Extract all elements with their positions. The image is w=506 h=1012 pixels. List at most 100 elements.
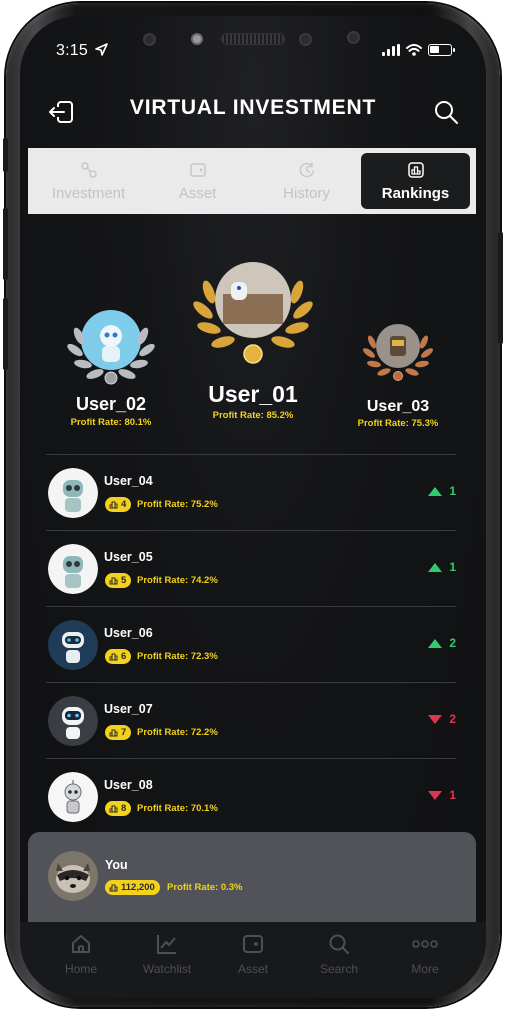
user-name: You bbox=[105, 858, 128, 872]
robot-avatar-icon bbox=[48, 620, 98, 670]
mute-switch bbox=[3, 138, 8, 172]
rank-change: 1 bbox=[428, 484, 456, 498]
podium-first[interactable]: User_01 Profit Rate: 85.2% bbox=[184, 254, 322, 421]
nav-more[interactable]: More bbox=[382, 922, 468, 998]
rank-number: 6 bbox=[121, 651, 127, 662]
rank-badge: 5 bbox=[105, 573, 132, 588]
rank-chart-icon bbox=[109, 577, 118, 585]
rank-chart-icon bbox=[109, 805, 118, 813]
podium-profit-rate: Profit Rate: 80.1% bbox=[70, 417, 152, 428]
avatar bbox=[48, 468, 98, 518]
bronze-wreath-icon bbox=[363, 324, 433, 381]
wallet-icon bbox=[243, 935, 263, 953]
nav-watchlist[interactable]: Watchlist bbox=[124, 922, 210, 998]
rank-change-value: 1 bbox=[449, 560, 456, 574]
tab-investment[interactable]: Investment bbox=[34, 153, 143, 209]
rank-number: 4 bbox=[121, 499, 127, 510]
avatar bbox=[48, 620, 98, 670]
profit-rate: Profit Rate: 0.3% bbox=[167, 882, 243, 893]
avatar bbox=[61, 302, 161, 386]
volume-up-button bbox=[3, 208, 8, 280]
nav-label: Asset bbox=[237, 962, 268, 976]
front-sensor bbox=[143, 33, 156, 46]
rank-badge: 4 bbox=[105, 497, 132, 512]
rank-chart-icon bbox=[109, 653, 118, 661]
rank-change: 1 bbox=[428, 560, 456, 574]
profit-rate: Profit Rate: 75.2% bbox=[137, 499, 218, 510]
rank-number: 5 bbox=[121, 575, 127, 586]
tab-label: Asset bbox=[178, 184, 217, 202]
avatar bbox=[187, 254, 319, 366]
current-user-card[interactable]: You 112,200 Profit Rate: 0.3% bbox=[28, 832, 476, 922]
nav-label: Search bbox=[319, 962, 359, 976]
podium-third[interactable]: User_03 Profit Rate: 75.3% bbox=[350, 316, 446, 429]
robot-avatar-icon bbox=[48, 696, 98, 746]
rank-badge: 7 bbox=[105, 725, 132, 740]
rank-change-value: 2 bbox=[449, 712, 456, 726]
rankings-icon bbox=[407, 161, 424, 178]
search-icon bbox=[329, 934, 349, 954]
rank-number: 7 bbox=[121, 727, 127, 738]
user-name: User_06 bbox=[104, 626, 153, 640]
nav-asset[interactable]: Asset bbox=[210, 922, 296, 998]
robot-avatar-icon bbox=[48, 772, 98, 822]
avatar bbox=[48, 544, 98, 594]
power-button bbox=[498, 232, 503, 344]
home-icon bbox=[72, 935, 90, 953]
user-name: User_07 bbox=[104, 702, 153, 716]
ranking-row[interactable]: User_06 6 Profit Rate: 72.3% 2 bbox=[46, 606, 456, 682]
user-name: User_04 bbox=[104, 474, 153, 488]
rank-change: 2 bbox=[428, 712, 456, 726]
tab-label: Rankings bbox=[381, 184, 450, 202]
nav-home[interactable]: Home bbox=[38, 922, 124, 998]
wallet-icon bbox=[189, 162, 206, 177]
podium-profit-rate: Profit Rate: 75.3% bbox=[357, 418, 439, 429]
raccoon-avatar-icon bbox=[48, 851, 98, 901]
battery-icon bbox=[428, 44, 455, 56]
robot-avatar-icon bbox=[48, 468, 98, 518]
nav-search[interactable]: Search bbox=[296, 922, 382, 998]
tab-history[interactable]: History bbox=[252, 153, 361, 209]
gold-wreath-icon bbox=[193, 262, 313, 364]
avatar bbox=[359, 316, 437, 382]
rank-down-icon bbox=[428, 714, 443, 724]
rank-up-icon bbox=[428, 562, 443, 572]
earpiece-speaker bbox=[221, 33, 285, 45]
rank-badge: 8 bbox=[105, 801, 132, 816]
profit-rate: Profit Rate: 72.3% bbox=[137, 651, 218, 662]
tab-rankings[interactable]: Rankings bbox=[361, 153, 470, 209]
search-button[interactable] bbox=[430, 96, 462, 128]
app-screen: 3:15 VIRTUAL INVESTMENT Investment Asset… bbox=[20, 16, 486, 998]
rank-change-value: 1 bbox=[449, 484, 456, 498]
rank-chart-icon bbox=[109, 501, 118, 509]
avatar bbox=[48, 851, 98, 901]
location-arrow-icon bbox=[94, 43, 108, 56]
user-name: User_05 bbox=[104, 550, 153, 564]
profit-rate: Profit Rate: 70.1% bbox=[137, 803, 218, 814]
nav-label: More bbox=[411, 962, 439, 976]
tab-asset[interactable]: Asset bbox=[143, 153, 252, 209]
wifi-icon bbox=[406, 44, 422, 56]
ranking-row[interactable]: User_07 7 Profit Rate: 72.2% 2 bbox=[46, 682, 456, 758]
ranking-row[interactable]: User_08 8 Profit Rate: 70.1% 1 bbox=[46, 758, 456, 834]
silver-wreath-icon bbox=[67, 310, 155, 385]
nav-label: Watchlist bbox=[142, 962, 192, 976]
ranking-row[interactable]: User_05 5 Profit Rate: 74.2% 1 bbox=[46, 530, 456, 606]
rank-down-icon bbox=[428, 790, 443, 800]
tab-label: Investment bbox=[51, 184, 126, 202]
volume-down-button bbox=[3, 298, 8, 370]
profit-rate: Profit Rate: 72.2% bbox=[137, 727, 218, 738]
bottom-nav: Home Watchlist Asset Search More bbox=[20, 922, 486, 998]
nav-label: Home bbox=[64, 962, 97, 976]
user-name: User_08 bbox=[104, 778, 153, 792]
rank-number: 112,200 bbox=[121, 882, 155, 893]
rank-number: 8 bbox=[121, 803, 127, 814]
profit-rate: Profit Rate: 74.2% bbox=[137, 575, 218, 586]
signal-icon bbox=[382, 44, 400, 56]
robot-avatar-icon bbox=[48, 544, 98, 594]
tab-bar: Investment Asset History Rankings bbox=[28, 148, 476, 214]
ranking-row[interactable]: User_04 4 Profit Rate: 75.2% 1 bbox=[46, 454, 456, 530]
podium-second[interactable]: User_02 Profit Rate: 80.1% bbox=[58, 302, 164, 428]
rank-change: 1 bbox=[428, 788, 456, 802]
search-icon bbox=[435, 101, 458, 124]
